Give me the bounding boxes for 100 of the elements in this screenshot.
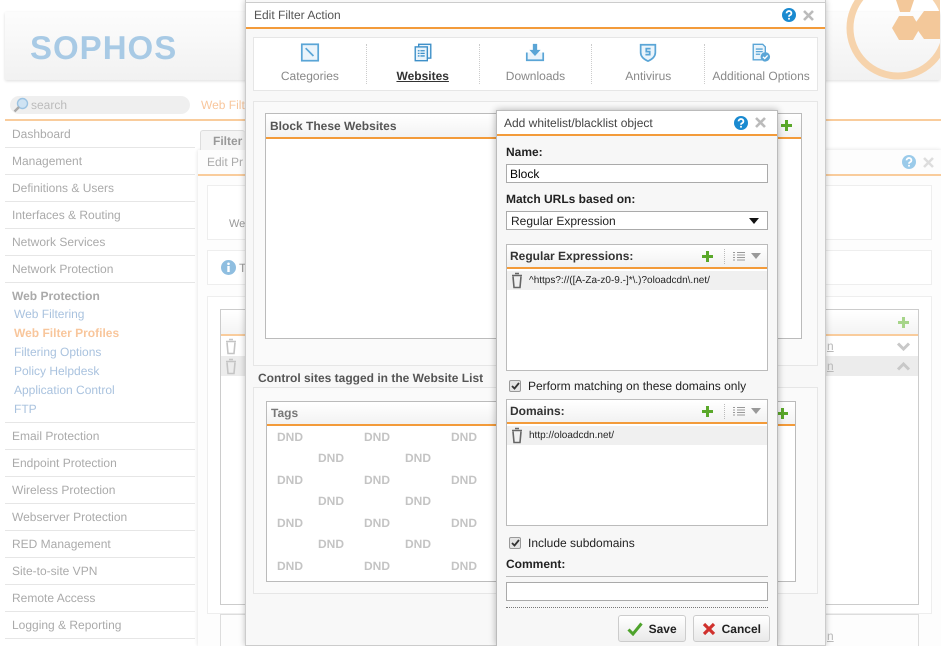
close-icon[interactable] bbox=[754, 116, 767, 129]
sidebar-section[interactable]: Web Protection bbox=[5, 289, 195, 305]
dropdown-arrow-icon[interactable] bbox=[749, 218, 759, 224]
sidebar-section[interactable]: Webserver Protection bbox=[5, 504, 195, 531]
tag-label: DND bbox=[318, 451, 345, 466]
tag-label: DND bbox=[405, 451, 431, 466]
sidebar-section[interactable]: Management bbox=[5, 148, 195, 175]
tag-label: DND bbox=[364, 472, 391, 487]
tab[interactable]: Downloads bbox=[480, 44, 592, 84]
tag-label: DND bbox=[451, 472, 477, 487]
trash-icon[interactable] bbox=[511, 427, 523, 444]
tag-label: DND bbox=[405, 537, 431, 552]
sidebar-section[interactable]: Endpoint Protection bbox=[5, 450, 195, 477]
section-heading: Control sites tagged in the Website List bbox=[258, 371, 484, 385]
sidebar-section[interactable]: Dashboard bbox=[5, 121, 195, 148]
breadcrumb[interactable]: Web Filt bbox=[201, 98, 245, 112]
name-field[interactable]: Block bbox=[506, 164, 768, 183]
sidebar-section[interactable]: Logging & Reporting bbox=[5, 612, 195, 639]
sidebar-item[interactable]: Web Filtering bbox=[5, 305, 195, 324]
documents-icon bbox=[412, 43, 434, 62]
table-cell[interactable]: n bbox=[827, 629, 834, 643]
tab[interactable]: Additional Options bbox=[705, 44, 817, 84]
add-icon[interactable] bbox=[897, 316, 910, 328]
tag-label: DND bbox=[318, 494, 345, 508]
info-icon bbox=[221, 260, 236, 275]
tab[interactable]: Websites bbox=[366, 44, 479, 84]
tag-label: DND bbox=[451, 516, 477, 530]
dialog-title: Add whitelist/blacklist object bbox=[504, 116, 654, 130]
tab[interactable]: Filter bbox=[200, 130, 245, 150]
help-icon[interactable] bbox=[782, 8, 796, 22]
close-icon[interactable] bbox=[802, 8, 815, 22]
sidebar-section[interactable]: Network Protection bbox=[5, 256, 195, 283]
sidebar-section[interactable]: RED Management bbox=[5, 531, 195, 558]
tag-label: DND bbox=[277, 472, 304, 487]
dialog-title: Edit Filter Action bbox=[254, 8, 342, 22]
field-label: Name: bbox=[506, 145, 544, 159]
cancel-button[interactable]: Cancel bbox=[692, 615, 770, 642]
shield-icon bbox=[638, 43, 658, 62]
add-icon[interactable] bbox=[776, 406, 789, 420]
sidebar-section[interactable]: Network Services bbox=[5, 229, 195, 256]
chevron-up-icon[interactable] bbox=[897, 362, 910, 370]
panel-title: Tags bbox=[271, 406, 298, 420]
tab[interactable]: Categories bbox=[254, 44, 366, 84]
table-cell[interactable]: n bbox=[827, 339, 897, 353]
chevron-down-icon[interactable] bbox=[897, 342, 910, 350]
comment-field[interactable] bbox=[506, 582, 768, 601]
tag-label: DND bbox=[277, 558, 304, 573]
checkbox-label: Perform matching on these domains only bbox=[528, 379, 746, 393]
save-button[interactable]: Save bbox=[618, 615, 686, 642]
tag-label: DND bbox=[405, 494, 431, 508]
sidebar-item[interactable]: FTP bbox=[5, 400, 195, 419]
document-check-icon bbox=[750, 43, 772, 62]
info-text: T bbox=[239, 260, 246, 274]
slash-square-icon bbox=[298, 43, 321, 62]
sidebar-section[interactable]: Interfaces & Routing bbox=[5, 202, 195, 229]
sidebar-item[interactable]: Web Filter Profiles bbox=[5, 324, 195, 343]
tag-label: DND bbox=[451, 430, 477, 444]
cross-icon bbox=[702, 622, 716, 636]
search-icon bbox=[13, 97, 29, 113]
add-icon[interactable] bbox=[780, 119, 793, 132]
list-item[interactable]: http://oloadcdn.net/ bbox=[529, 430, 614, 441]
help-icon[interactable] bbox=[902, 155, 916, 169]
checkbox[interactable] bbox=[509, 380, 521, 392]
sidebar-item[interactable]: Policy Helpdesk bbox=[5, 362, 195, 381]
tag-label: DND bbox=[318, 537, 345, 552]
panel-title: Domains: bbox=[510, 404, 566, 418]
help-icon[interactable] bbox=[734, 116, 748, 130]
sidebar-section[interactable]: Wireless Protection bbox=[5, 477, 195, 504]
window-title: Edit Pr bbox=[207, 155, 244, 169]
trash-icon[interactable] bbox=[511, 272, 523, 289]
sidebar-section[interactable]: Remote Access bbox=[5, 585, 195, 612]
logo-text: SOPHOS bbox=[30, 29, 178, 67]
sidebar-section[interactable]: Definitions & Users bbox=[5, 175, 195, 202]
sidebar-item[interactable]: Filtering Options bbox=[5, 343, 195, 362]
sidebar-item[interactable]: Application Control bbox=[5, 381, 195, 400]
field-label: Comment: bbox=[506, 557, 768, 577]
tag-label: DND bbox=[364, 516, 391, 530]
check-icon bbox=[626, 622, 643, 636]
tab[interactable]: Antivirus bbox=[592, 44, 704, 84]
panel-title: Regular Expressions: bbox=[510, 249, 634, 263]
tag-label: DND bbox=[364, 430, 391, 444]
caret-icon[interactable] bbox=[751, 408, 761, 414]
download-icon bbox=[524, 43, 546, 62]
sidebar-section[interactable]: Site-to-site VPN bbox=[5, 558, 195, 585]
sidebar-section[interactable]: Email Protection bbox=[5, 423, 195, 450]
caret-icon[interactable] bbox=[751, 253, 761, 259]
checkbox-label: Include subdomains bbox=[528, 536, 635, 550]
tag-label: DND bbox=[451, 558, 477, 573]
tag-label: DND bbox=[277, 430, 304, 444]
tag-label: DND bbox=[277, 516, 304, 530]
list-icon[interactable] bbox=[733, 250, 745, 262]
checkbox[interactable] bbox=[509, 537, 521, 549]
list-icon[interactable] bbox=[733, 406, 745, 416]
match-dropdown[interactable]: Regular Expression bbox=[506, 211, 768, 230]
add-icon[interactable] bbox=[701, 404, 714, 418]
tag-label: DND bbox=[364, 558, 391, 573]
section-text: We bbox=[229, 218, 246, 230]
field-label: Match URLs based on: bbox=[506, 192, 636, 206]
panel-title: Block These Websites bbox=[270, 118, 396, 132]
add-icon[interactable] bbox=[701, 250, 714, 262]
